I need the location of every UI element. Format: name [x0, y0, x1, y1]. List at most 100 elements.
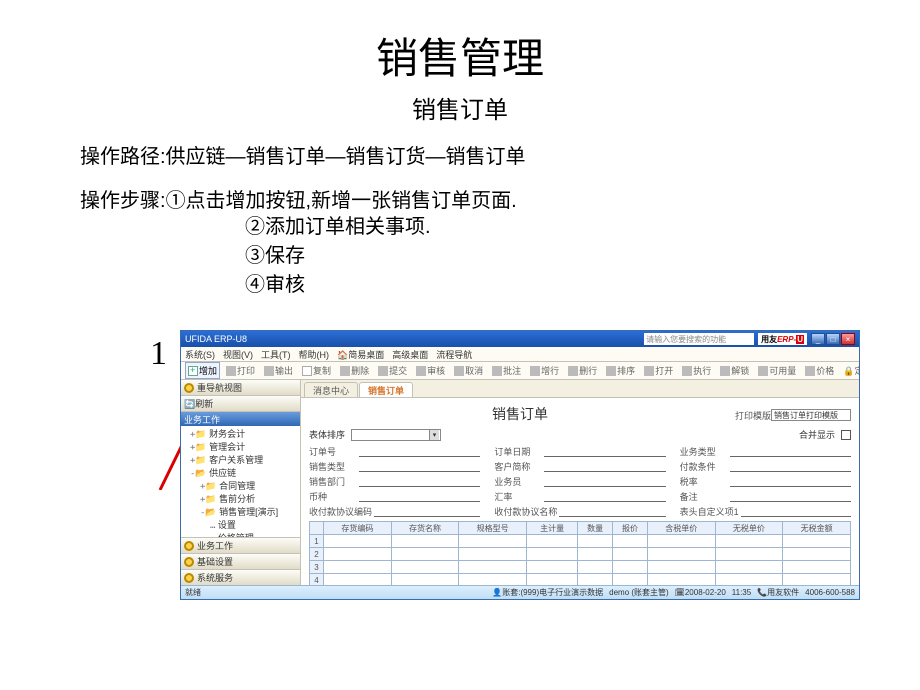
- print-template-select[interactable]: 销售订单打印模版: [771, 409, 851, 421]
- tb-delete[interactable]: 删除: [337, 362, 372, 379]
- grid-cell[interactable]: [578, 561, 613, 574]
- maximize-button[interactable]: □: [826, 333, 840, 345]
- search-input[interactable]: 请输入您要搜索的功能: [644, 333, 754, 345]
- grid-cell[interactable]: [715, 561, 783, 574]
- grid-cell[interactable]: [391, 548, 459, 561]
- menu-tools[interactable]: 工具(T): [261, 348, 291, 361]
- menu-flow-nav[interactable]: 流程导航: [436, 348, 472, 361]
- grid-cell[interactable]: [324, 574, 392, 586]
- grid-cell[interactable]: [391, 574, 459, 586]
- tab-msg-center[interactable]: 消息中心: [304, 382, 358, 397]
- grid-cell[interactable]: [578, 548, 613, 561]
- tree-node[interactable]: +📁 合同管理: [182, 480, 299, 493]
- tb-open[interactable]: 打开: [641, 362, 676, 379]
- col-header[interactable]: 存货名称: [391, 522, 459, 535]
- grid-cell[interactable]: [613, 535, 648, 548]
- tree-node[interactable]: +📁 客户关系管理: [182, 454, 299, 467]
- tree-node[interactable]: +📁 售前分析: [182, 493, 299, 506]
- field-input[interactable]: [559, 507, 665, 517]
- grid-cell[interactable]: [647, 535, 715, 548]
- tb-avail[interactable]: 可用量: [755, 362, 799, 379]
- field-input[interactable]: [374, 507, 480, 517]
- tb-submit[interactable]: 提交: [375, 362, 410, 379]
- grid-cell[interactable]: [526, 574, 577, 586]
- field-input[interactable]: [730, 462, 851, 472]
- col-header[interactable]: 含税单价: [647, 522, 715, 535]
- grid-cell[interactable]: [647, 574, 715, 586]
- field-input[interactable]: [359, 477, 480, 487]
- col-header[interactable]: 规格型号: [459, 522, 527, 535]
- grid-cell[interactable]: [715, 574, 783, 586]
- table-row[interactable]: 1: [310, 535, 851, 548]
- add-button[interactable]: 增加: [185, 362, 220, 379]
- tab-sales-order[interactable]: 销售订单: [359, 382, 413, 397]
- grid-cell[interactable]: [578, 574, 613, 586]
- grid-cell[interactable]: [647, 561, 715, 574]
- field-input[interactable]: [359, 492, 480, 502]
- tb-output[interactable]: 输出: [261, 362, 296, 379]
- field-input[interactable]: [544, 462, 665, 472]
- col-header[interactable]: 数量: [578, 522, 613, 535]
- grid-cell[interactable]: [459, 548, 527, 561]
- grid-cell[interactable]: [459, 535, 527, 548]
- tb-print[interactable]: 打印: [223, 362, 258, 379]
- col-header[interactable]: 存货编码: [324, 522, 392, 535]
- grid-cell[interactable]: [324, 548, 392, 561]
- grid-cell[interactable]: [783, 561, 851, 574]
- menu-advanced-desktop[interactable]: 高级桌面: [392, 348, 428, 361]
- grid-cell[interactable]: [613, 574, 648, 586]
- field-input[interactable]: [730, 477, 851, 487]
- side-system[interactable]: 系统服务: [181, 569, 300, 585]
- field-input[interactable]: [544, 447, 665, 457]
- field-input[interactable]: [741, 507, 851, 517]
- grid-cell[interactable]: [391, 535, 459, 548]
- tb-addrow[interactable]: 增行: [527, 362, 562, 379]
- grid-cell[interactable]: [324, 561, 392, 574]
- minimize-button[interactable]: _: [811, 333, 825, 345]
- grid-cell[interactable]: [526, 535, 577, 548]
- field-input[interactable]: [730, 447, 851, 457]
- tb-locate[interactable]: 🔒定位: [840, 362, 859, 379]
- col-header[interactable]: 报价: [613, 522, 648, 535]
- tree-node[interactable]: +📁 财务会计: [182, 428, 299, 441]
- tb-price[interactable]: 价格: [802, 362, 837, 379]
- merge-checkbox[interactable]: [841, 430, 851, 440]
- menu-system[interactable]: 系统(S): [185, 348, 215, 361]
- tb-copy[interactable]: 复制: [299, 362, 334, 379]
- grid-cell[interactable]: [715, 548, 783, 561]
- table-row[interactable]: 3: [310, 561, 851, 574]
- grid-cell[interactable]: [647, 548, 715, 561]
- tree-node[interactable]: -📂 供应链: [182, 467, 299, 480]
- tree-node[interactable]: -📂 销售管理[演示]: [182, 506, 299, 519]
- col-header[interactable]: 无税单价: [715, 522, 783, 535]
- tree-node[interactable]: … 设置: [182, 519, 299, 532]
- grid-cell[interactable]: [391, 561, 459, 574]
- side-business[interactable]: 业务工作: [181, 537, 300, 553]
- field-input[interactable]: [359, 447, 480, 457]
- grid-cell[interactable]: [715, 535, 783, 548]
- grid-cell[interactable]: [578, 535, 613, 548]
- menu-view[interactable]: 视图(V): [223, 348, 253, 361]
- tb-cancel[interactable]: 取消: [451, 362, 486, 379]
- col-header[interactable]: 主计量: [526, 522, 577, 535]
- grid-cell[interactable]: [526, 548, 577, 561]
- refresh-button[interactable]: 🔄刷新: [181, 396, 300, 412]
- sort-combo[interactable]: ▾: [351, 429, 441, 441]
- grid-cell[interactable]: [783, 548, 851, 561]
- tb-sort[interactable]: 排序: [603, 362, 638, 379]
- tree-node[interactable]: +📁 管理会计: [182, 441, 299, 454]
- field-input[interactable]: [730, 492, 851, 502]
- detail-grid[interactable]: 存货编码存货名称规格型号主计量数量报价含税单价无税单价无税金额12345678: [309, 521, 851, 585]
- grid-cell[interactable]: [324, 535, 392, 548]
- table-row[interactable]: 2: [310, 548, 851, 561]
- col-header[interactable]: 无税金额: [783, 522, 851, 535]
- tb-delrow[interactable]: 删行: [565, 362, 600, 379]
- grid-cell[interactable]: [459, 574, 527, 586]
- menu-simple-desktop[interactable]: 🏠简易桌面: [337, 348, 384, 361]
- tb-unlock[interactable]: 解锁: [717, 362, 752, 379]
- table-row[interactable]: 4: [310, 574, 851, 586]
- field-input[interactable]: [544, 492, 665, 502]
- tb-note[interactable]: 批注: [489, 362, 524, 379]
- tb-exec[interactable]: 执行: [679, 362, 714, 379]
- grid-cell[interactable]: [783, 574, 851, 586]
